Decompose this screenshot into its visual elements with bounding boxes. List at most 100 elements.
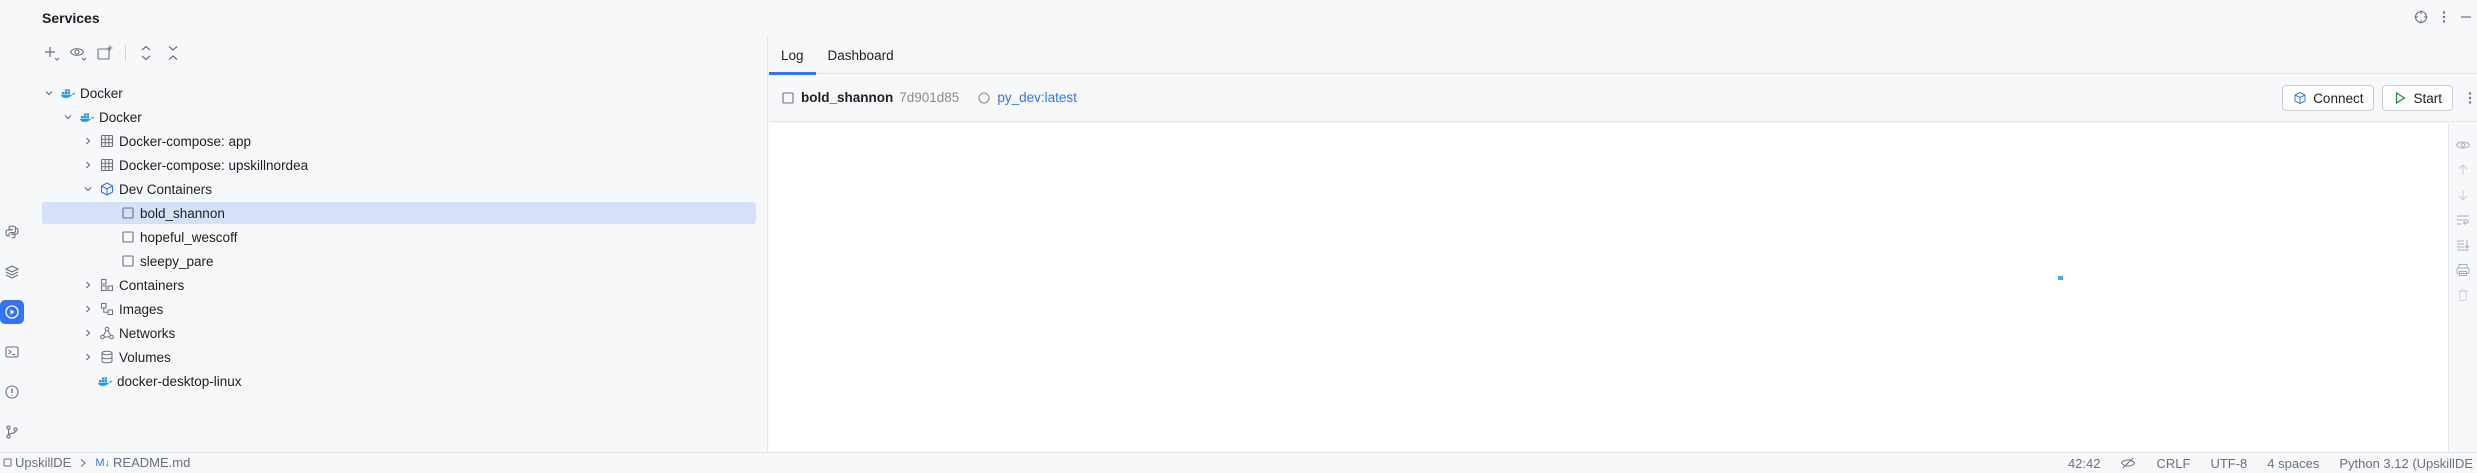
log-output-area[interactable] xyxy=(769,123,2449,452)
tree-node-images[interactable]: Images xyxy=(81,298,742,320)
markdown-file-icon: M↓ xyxy=(95,456,111,469)
tab-dashboard[interactable]: Dashboard xyxy=(816,36,906,74)
start-button-label: Start xyxy=(2413,90,2442,106)
dev-containers-icon xyxy=(99,181,115,197)
crosshair-icon[interactable] xyxy=(2413,9,2429,25)
log-side-toolbar xyxy=(2449,123,2477,452)
breadcrumb-file[interactable]: README.md xyxy=(113,455,190,470)
problems-icon[interactable] xyxy=(0,380,24,404)
connect-button[interactable]: Connect xyxy=(2282,85,2375,111)
chevron-down-icon[interactable] xyxy=(61,110,75,124)
python-interpreter[interactable]: Python 3.12 (UpskillDE xyxy=(2339,456,2473,471)
status-bar: UpskillDE M↓ README.md 42:42 CRLF UTF-8 … xyxy=(0,452,2477,472)
tree-node-compose-app[interactable]: Docker-compose: app xyxy=(81,130,742,152)
tree-node-sleepy-pare[interactable]: sleepy_pare xyxy=(120,250,742,272)
tree-node-label: Volumes xyxy=(119,349,171,365)
tree-node-hopeful-wescoff[interactable]: hopeful_wescoff xyxy=(120,226,742,248)
project-icon xyxy=(3,458,12,467)
tree-node-docker-connection[interactable]: Docker xyxy=(61,106,742,128)
view-options-icon[interactable] xyxy=(69,44,87,62)
tool-window-strip xyxy=(0,0,24,452)
chevron-right-icon[interactable] xyxy=(81,326,95,340)
caret-position[interactable]: 42:42 xyxy=(2068,456,2101,471)
docker-icon xyxy=(60,85,76,101)
scroll-to-end-icon[interactable] xyxy=(2455,237,2471,253)
compose-icon xyxy=(99,157,115,173)
no-inspections-icon[interactable] xyxy=(2120,456,2136,470)
services-icon[interactable] xyxy=(0,300,24,324)
docker-icon xyxy=(79,109,95,125)
tool-window-header: Services xyxy=(28,0,2477,36)
tree-node-label: Docker xyxy=(99,109,142,125)
arrow-down-icon[interactable] xyxy=(2455,187,2471,203)
container-id: 7d901d85 xyxy=(899,90,960,105)
chevron-right-icon[interactable] xyxy=(81,278,95,292)
compose-icon xyxy=(99,133,115,149)
tool-window-title: Services xyxy=(42,10,100,26)
loading-indicator xyxy=(2058,276,2063,280)
services-tree-panel: Docker Docker Docker-compose: app Docker… xyxy=(24,36,768,452)
header-actions xyxy=(2413,9,2473,25)
git-icon[interactable] xyxy=(0,420,24,444)
docker-icon xyxy=(97,373,113,389)
tree-node-label: Dev Containers xyxy=(119,181,213,197)
tree-node-label: Containers xyxy=(119,277,185,293)
volumes-icon xyxy=(99,349,115,365)
more-options-icon[interactable] xyxy=(2467,90,2473,106)
arrow-up-icon[interactable] xyxy=(2455,162,2471,178)
collapse-all-icon[interactable] xyxy=(164,44,182,62)
chevron-right-icon[interactable] xyxy=(81,302,95,316)
tree-toolbar xyxy=(42,44,182,62)
detail-tab-bar: Log Dashboard xyxy=(769,36,2477,75)
play-icon xyxy=(2393,91,2407,105)
container-info-bar: bold_shannon 7d901d85 py_dev:latest Conn… xyxy=(769,74,2477,122)
tree-node-label: Docker-compose: app xyxy=(119,133,252,149)
tree-node-label: Docker-compose: upskillnordea xyxy=(119,157,309,173)
indent-setting[interactable]: 4 spaces xyxy=(2267,456,2319,471)
chevron-placeholder xyxy=(79,374,93,388)
status-widgets: 42:42 CRLF UTF-8 4 spaces Python 3.12 (U… xyxy=(2068,453,2473,473)
tree-node-label: docker-desktop-linux xyxy=(117,373,242,389)
tree-node-containers[interactable]: Containers xyxy=(81,274,742,296)
tab-log[interactable]: Log xyxy=(769,36,816,75)
connect-button-label: Connect xyxy=(2313,90,2364,106)
more-options-icon[interactable] xyxy=(2441,9,2447,25)
expand-all-icon[interactable] xyxy=(137,44,155,62)
tree-node-bold-shannon[interactable]: bold_shannon xyxy=(42,202,756,224)
container-icon xyxy=(120,253,136,269)
line-ending[interactable]: CRLF xyxy=(2156,456,2190,471)
soft-wrap-icon[interactable] xyxy=(2455,212,2471,228)
new-group-icon[interactable] xyxy=(96,44,114,62)
tree-node-docker-desktop-linux[interactable]: docker-desktop-linux xyxy=(79,370,742,392)
image-status-icon xyxy=(977,91,991,105)
trash-icon[interactable] xyxy=(2455,287,2471,303)
minimize-icon[interactable] xyxy=(2459,9,2473,25)
chevron-down-icon[interactable] xyxy=(42,86,56,100)
containers-icon xyxy=(99,277,115,293)
breadcrumb-project[interactable]: UpskillDE xyxy=(15,455,71,470)
tree-node-dev-containers[interactable]: Dev Containers xyxy=(81,178,742,200)
tree-node-label: hopeful_wescoff xyxy=(140,229,238,245)
tree-node-volumes[interactable]: Volumes xyxy=(81,346,742,368)
image-link[interactable]: py_dev:latest xyxy=(997,90,1077,105)
chevron-right-icon[interactable] xyxy=(81,350,95,364)
tree-node-compose-upskillnordea[interactable]: Docker-compose: upskillnordea xyxy=(81,154,742,176)
tree-node-networks[interactable]: Networks xyxy=(81,322,742,344)
tree-node-docker-root[interactable]: Docker xyxy=(42,82,742,104)
add-service-icon[interactable] xyxy=(42,44,60,62)
container-actions: Connect Start xyxy=(2282,85,2453,111)
python-packages-icon[interactable] xyxy=(0,260,24,284)
networks-icon xyxy=(99,325,115,341)
eye-icon[interactable] xyxy=(2455,137,2471,153)
chevron-down-icon[interactable] xyxy=(81,182,95,196)
start-button[interactable]: Start xyxy=(2382,85,2453,111)
toolbar-separator xyxy=(125,45,126,61)
print-icon[interactable] xyxy=(2455,262,2471,278)
chevron-right-icon[interactable] xyxy=(81,134,95,148)
file-encoding[interactable]: UTF-8 xyxy=(2210,456,2247,471)
chevron-right-icon[interactable] xyxy=(81,158,95,172)
tree-node-label: Docker xyxy=(80,85,123,101)
images-icon xyxy=(99,301,115,317)
python-console-icon[interactable] xyxy=(0,220,24,244)
terminal-icon[interactable] xyxy=(0,340,24,364)
